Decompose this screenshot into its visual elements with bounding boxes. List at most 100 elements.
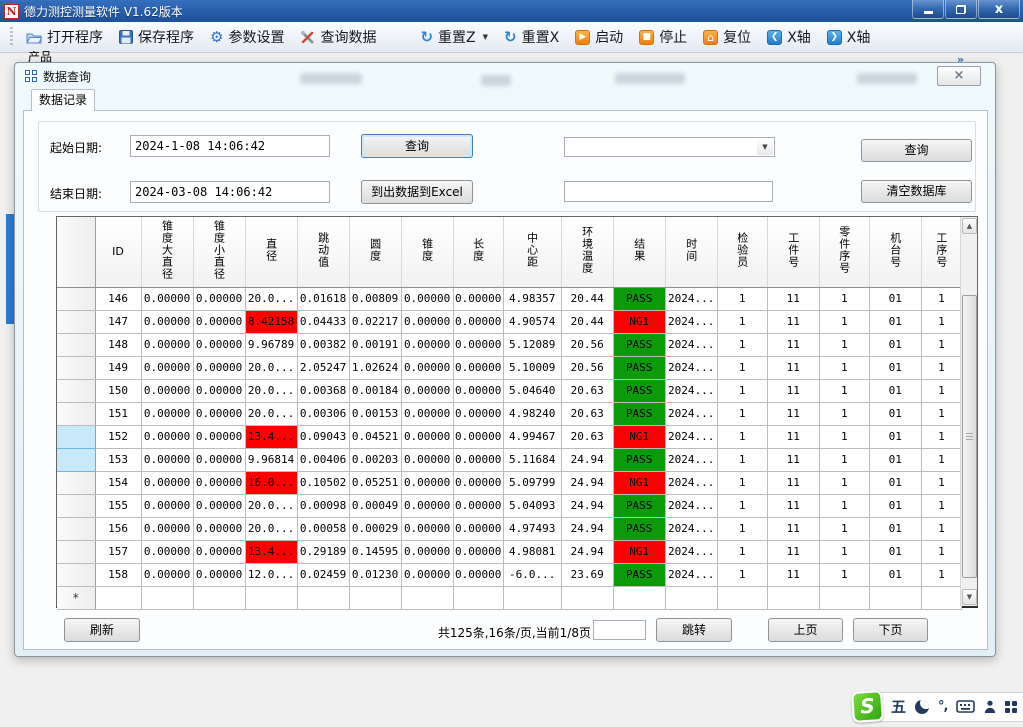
grid-cell[interactable]: 1: [921, 356, 961, 379]
grid-cell[interactable]: 2024...: [665, 379, 717, 402]
grid-cell[interactable]: [401, 586, 453, 609]
grid-cell[interactable]: 0.00382: [297, 333, 349, 356]
grid-cell[interactable]: [453, 586, 503, 609]
row-selector[interactable]: [57, 448, 95, 471]
grid-cell[interactable]: [349, 586, 401, 609]
grid-cell[interactable]: 149: [95, 356, 141, 379]
column-header[interactable]: 跳动值: [297, 217, 349, 287]
grid-cell[interactable]: 0.00000: [401, 425, 453, 448]
grid-cell[interactable]: 146: [95, 287, 141, 310]
grid-cell[interactable]: 0.00000: [401, 333, 453, 356]
grid-cell[interactable]: 01: [869, 448, 921, 471]
grid-cell[interactable]: 24.94: [561, 494, 613, 517]
grid-cell[interactable]: 0.00000: [141, 448, 193, 471]
grid-cell[interactable]: 1: [717, 287, 767, 310]
grid-cell[interactable]: 0.00000: [401, 517, 453, 540]
toolbox-grid-icon[interactable]: [1005, 701, 1017, 713]
column-header[interactable]: 时间: [665, 217, 717, 287]
grid-cell[interactable]: 0.00000: [453, 402, 503, 425]
query-button[interactable]: 查询: [361, 134, 473, 158]
row-selector[interactable]: [57, 310, 95, 333]
moon-icon[interactable]: [915, 700, 929, 714]
grid-cell[interactable]: 1: [819, 402, 869, 425]
grid-cell[interactable]: 5.04093: [503, 494, 561, 517]
grid-cell[interactable]: 155: [95, 494, 141, 517]
grid-cell[interactable]: 24.94: [561, 471, 613, 494]
grid-cell[interactable]: 1: [819, 379, 869, 402]
column-header[interactable]: 长度: [453, 217, 503, 287]
grid-cell[interactable]: 2024...: [665, 471, 717, 494]
grid-cell[interactable]: 0.00000: [453, 379, 503, 402]
grid-cell[interactable]: 4.98081: [503, 540, 561, 563]
column-header[interactable]: 检验员: [717, 217, 767, 287]
grid-cell[interactable]: 01: [869, 402, 921, 425]
start-date-input[interactable]: [130, 135, 330, 157]
grid-cell[interactable]: 01: [869, 471, 921, 494]
grid-cell[interactable]: 01: [869, 287, 921, 310]
keyboard-icon[interactable]: [956, 700, 975, 713]
grid-cell[interactable]: 0.00000: [193, 425, 245, 448]
grid-cell[interactable]: 1: [717, 379, 767, 402]
grid-cell[interactable]: 1.02624: [349, 356, 401, 379]
grid-cell[interactable]: 01: [869, 425, 921, 448]
column-header[interactable]: 锥度小直径: [193, 217, 245, 287]
start-button[interactable]: ▶ 启动: [568, 24, 630, 50]
grid-cell[interactable]: 5.11684: [503, 448, 561, 471]
grid-cell[interactable]: 0.00203: [349, 448, 401, 471]
clear-database-button[interactable]: 清空数据库: [861, 180, 972, 203]
grid-cell[interactable]: 5.12089: [503, 333, 561, 356]
grid-cell[interactable]: 0.10502: [297, 471, 349, 494]
grid-cell[interactable]: 20.0...: [245, 356, 297, 379]
grid-cell[interactable]: 13.4...: [245, 425, 297, 448]
grid-cell[interactable]: PASS: [613, 402, 665, 425]
grid-cell[interactable]: 0.00000: [453, 356, 503, 379]
grid-cell[interactable]: 0.00000: [453, 287, 503, 310]
grid-cell[interactable]: 1: [819, 494, 869, 517]
grid-cell[interactable]: 2024...: [665, 310, 717, 333]
grid-cell[interactable]: 01: [869, 333, 921, 356]
grid-cell[interactable]: 0.00000: [193, 494, 245, 517]
stop-button[interactable]: ■ 停止: [632, 24, 694, 50]
grid-cell[interactable]: 0.00000: [141, 310, 193, 333]
grid-cell[interactable]: 0.00000: [193, 471, 245, 494]
grid-cell[interactable]: [141, 586, 193, 609]
grid-cell[interactable]: 0.00000: [193, 333, 245, 356]
reset-x-button[interactable]: ↻ 重置X: [497, 24, 566, 50]
grid-cell[interactable]: 1: [819, 287, 869, 310]
column-header[interactable]: 机台号: [869, 217, 921, 287]
grid-cell[interactable]: 0.00000: [193, 517, 245, 540]
grid-cell[interactable]: 2024...: [665, 540, 717, 563]
grid-cell[interactable]: 0.00000: [401, 540, 453, 563]
grid-cell[interactable]: 2024...: [665, 517, 717, 540]
grid-cell[interactable]: 20.0...: [245, 379, 297, 402]
grid-cell[interactable]: 1: [717, 540, 767, 563]
grid-cell[interactable]: 152: [95, 425, 141, 448]
grid-cell[interactable]: 0.00000: [141, 563, 193, 586]
grid-cell[interactable]: 0.00000: [141, 356, 193, 379]
grid-cell[interactable]: 0.00000: [453, 310, 503, 333]
grid-cell[interactable]: 156: [95, 517, 141, 540]
grid-cell[interactable]: 1: [717, 517, 767, 540]
grid-cell[interactable]: 0.00000: [193, 287, 245, 310]
grid-cell[interactable]: 1: [819, 517, 869, 540]
column-header[interactable]: 锥度: [401, 217, 453, 287]
grid-cell[interactable]: 1: [819, 310, 869, 333]
grid-cell[interactable]: 0.00000: [401, 471, 453, 494]
maximize-button[interactable]: [945, 0, 977, 19]
grid-cell[interactable]: 0.00000: [453, 563, 503, 586]
minimize-button[interactable]: [912, 0, 944, 19]
grid-cell[interactable]: 2024...: [665, 402, 717, 425]
grid-cell[interactable]: 11: [767, 402, 819, 425]
save-program-button[interactable]: 保存程序: [112, 24, 201, 50]
prev-page-button[interactable]: 上页: [768, 618, 843, 642]
grid-cell[interactable]: 20.56: [561, 356, 613, 379]
grid-cell[interactable]: [613, 586, 665, 609]
row-selector[interactable]: [57, 402, 95, 425]
grid-cell[interactable]: 2024...: [665, 356, 717, 379]
x-axis-right-button[interactable]: ❯ X轴: [820, 24, 878, 50]
grid-cell[interactable]: 4.98240: [503, 402, 561, 425]
grid-cell[interactable]: 1: [921, 425, 961, 448]
row-selector[interactable]: [57, 425, 95, 448]
grid-cell[interactable]: 0.00000: [453, 448, 503, 471]
row-selector[interactable]: [57, 517, 95, 540]
